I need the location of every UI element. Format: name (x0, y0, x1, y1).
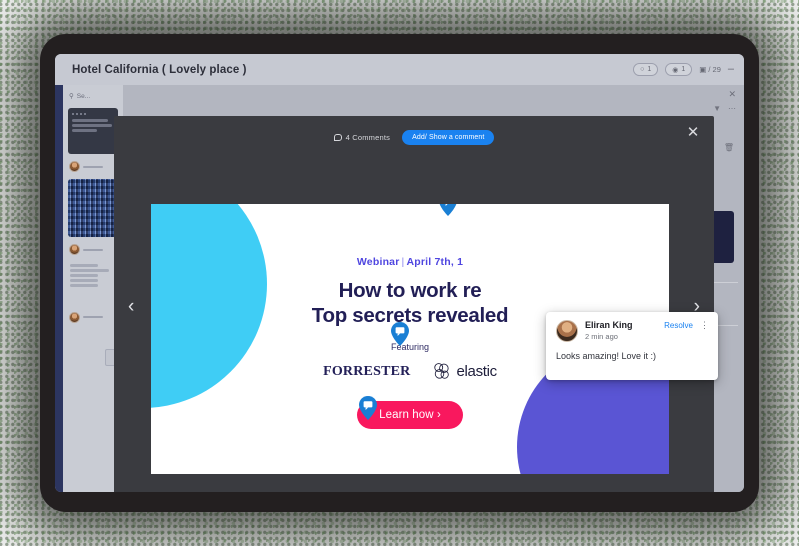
elastic-wordmark: elastic (456, 363, 497, 380)
drag-handle-icon (72, 113, 114, 115)
left-rail (55, 85, 63, 492)
list-item[interactable] (68, 108, 118, 154)
slide-preview-modal: 4 Comments Add/ Show a comment ✕ ‹ › Web… (114, 116, 718, 492)
minimize-button[interactable]: – (728, 64, 734, 75)
panel-close-row: ✕ (728, 89, 736, 100)
elastic-logo: elastic (432, 362, 497, 381)
search-input[interactable]: ⚲ Se... (63, 85, 123, 104)
comment-popup: Eliran King 2 min ago Resolve ⋮ Looks am… (546, 312, 718, 380)
resolve-button[interactable]: Resolve (664, 320, 693, 330)
comments-badge-count: 1 (647, 66, 652, 73)
screenshot-stage: Hotel California ( Lovely place ) ○ 1 ◉ … (0, 0, 799, 546)
avatar (69, 161, 80, 172)
modal-close-button[interactable]: ✕ (685, 125, 701, 142)
filter-icon[interactable]: ▼ (713, 104, 721, 113)
device-bezel: Hotel California ( Lovely place ) ○ 1 ◉ … (40, 34, 759, 512)
device-screen: Hotel California ( Lovely place ) ○ 1 ◉ … (55, 54, 744, 492)
comment-body: Looks amazing! Love it :) (556, 351, 657, 361)
search-icon: ⚲ (69, 93, 74, 100)
add-show-comment-button[interactable]: Add/ Show a comment (402, 129, 495, 145)
forrester-logo: FORRESTER (323, 363, 411, 379)
comments-count-label: 4 Comments (345, 132, 391, 142)
views-badge[interactable]: ◉ 1 (665, 63, 693, 76)
avatar (69, 311, 80, 323)
comment-menu-icon[interactable]: ⋮ (700, 320, 709, 331)
logo-row: FORRESTER elastic (323, 362, 497, 381)
pages-icon: ▣ (699, 65, 707, 74)
avatar (556, 320, 578, 342)
search-placeholder: Se... (76, 92, 91, 100)
modal-toolbar: 4 Comments Add/ Show a comment (114, 116, 714, 158)
slide-kicker-prefix: Webinar (356, 256, 400, 268)
comment-timestamp: 2 min ago (585, 332, 618, 341)
slide-headline: How to work re Top secrets revealed (311, 278, 509, 328)
page-title: Hotel California ( Lovely place ) (72, 63, 247, 76)
previous-slide-button[interactable]: ‹ (128, 296, 134, 318)
panel-tool-row: ▼ ⋯ (713, 104, 736, 113)
close-icon[interactable]: ✕ (728, 89, 736, 100)
slide-kicker-separator: | (401, 256, 405, 268)
slide-headline-line-1: How to work re (338, 279, 482, 302)
list-item[interactable] (68, 179, 118, 237)
page-counter: ▣ / 29 (699, 65, 721, 74)
page-counter-value: / 29 (708, 65, 721, 74)
comment-meta: Eliran King 2 min ago (585, 320, 633, 341)
comment-pin-cta[interactable] (359, 396, 377, 420)
list-item[interactable] (70, 264, 119, 366)
comment-author: Eliran King (585, 320, 633, 330)
slide-kicker: Webinar | April 7th, 1 (357, 256, 463, 268)
app-title-bar: Hotel California ( Lovely place ) ○ 1 ◉ … (55, 54, 744, 85)
speech-bubble-icon (333, 133, 342, 141)
trash-icon[interactable]: 🗑 (724, 143, 734, 152)
elastic-mark-icon (434, 363, 450, 379)
comment-header: Eliran King 2 min ago Resolve ⋮ (556, 320, 709, 342)
comment-pin-top[interactable] (439, 204, 457, 216)
avatar (69, 244, 80, 255)
comment-icon: ○ (640, 66, 645, 73)
more-icon[interactable]: ⋯ (728, 104, 736, 113)
eye-icon: ◉ (672, 66, 679, 74)
slide-headline-line-2: Top secrets revealed (311, 304, 509, 327)
slide-kicker-date: April 7th, 1 (406, 256, 464, 268)
comments-badge[interactable]: ○ 1 (633, 63, 659, 76)
comments-count[interactable]: 4 Comments (333, 132, 391, 142)
title-bar-actions: ○ 1 ◉ 1 ▣ / 29 – (633, 54, 734, 85)
comment-pin-featuring[interactable] (391, 322, 409, 346)
views-badge-count: 1 (681, 66, 686, 73)
